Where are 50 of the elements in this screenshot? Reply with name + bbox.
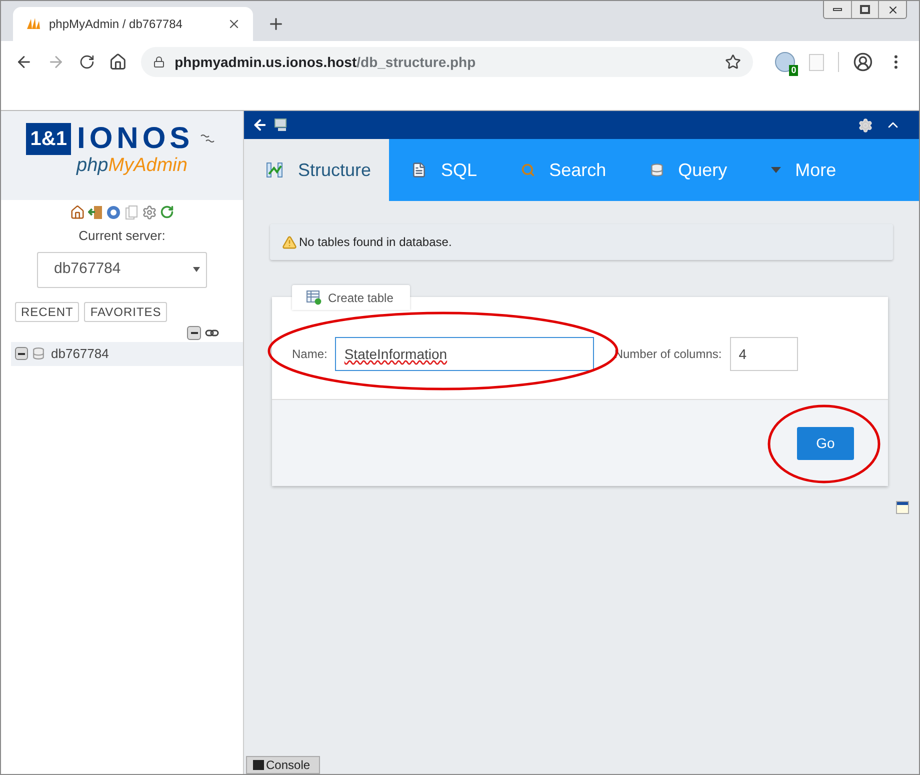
structure-icon [266,162,284,178]
legend-text: Create table [328,290,394,306]
reload-icon[interactable] [78,54,95,70]
home-icon[interactable] [70,205,85,220]
back-icon[interactable] [15,53,33,71]
bookmark-star-icon[interactable] [725,54,742,70]
warning-icon [282,234,297,250]
close-icon[interactable] [227,17,241,31]
url-text: phpmyadmin.us.ionos.host/db_structure.php [174,52,477,72]
tree-item[interactable]: db767784 [11,342,243,366]
columns-input[interactable]: 4 [730,337,798,371]
settings-icon[interactable] [142,205,157,220]
notice-text: No tables found in database. [299,234,452,251]
browser-tab[interactable]: phpMyAdmin / db767784 [13,7,253,41]
field-label: Name: [292,346,328,363]
help-icon[interactable] [106,205,121,220]
go-button[interactable]: Go [797,426,854,460]
server-select[interactable]: db767784 [37,252,207,288]
brand-text: IONOS [77,124,194,154]
sidebar-nav-button[interactable]: FAVORITES [84,302,168,322]
profile-icon[interactable] [853,52,874,72]
caret-icon [771,167,782,173]
tab-title: phpMyAdmin / db767784 [49,16,184,33]
table-add-icon [306,290,322,305]
name-input[interactable]: StateInformation [335,337,594,371]
search-icon [521,163,536,177]
current-server-label: Current server: [78,227,166,245]
back-icon[interactable] [252,117,268,133]
extension-badge: 0 [789,65,798,76]
terminal-icon [253,760,264,770]
database-icon [32,347,45,360]
address-bar[interactable]: phpmyadmin.us.ionos.host/db_structure.php [140,47,754,77]
collapse-icon[interactable] [15,347,28,360]
caret-icon [193,267,200,272]
console-tab[interactable]: Console [246,756,320,774]
sail-logo-icon [25,17,41,31]
tree-label: db767784 [51,344,109,363]
product-logo-text: phpMyAdmin [76,155,188,177]
brand-box: 1&1 [26,123,71,155]
database-icon [650,163,664,177]
home-icon[interactable] [108,53,127,71]
nav-tab[interactable]: Structure [244,139,390,201]
new-tab-icon[interactable] [267,15,285,33]
note-icon[interactable] [896,501,909,514]
collapse-all-icon[interactable] [187,326,201,340]
close-icon[interactable] [886,4,899,16]
lock-icon [152,56,165,68]
sidebar-nav-button[interactable]: RECENT [15,302,80,322]
document-icon [411,162,428,178]
exit-door-icon[interactable] [88,205,103,220]
